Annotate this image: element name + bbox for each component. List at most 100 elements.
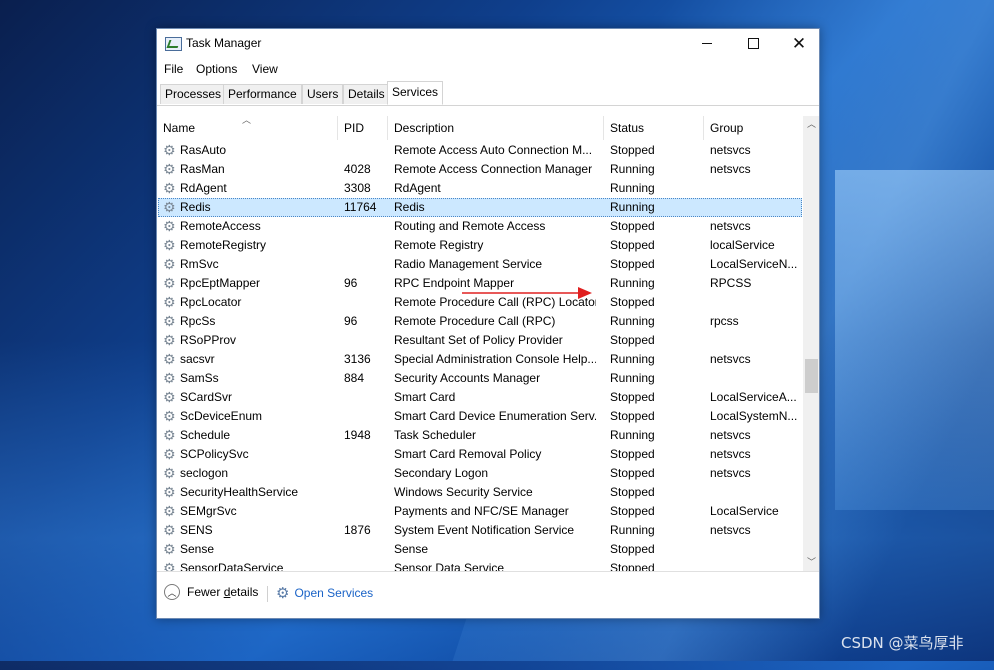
table-row[interactable]: ⚙ Schedule 1948 Task Scheduler Running netsvc… [158, 426, 802, 445]
service-description: Smart Card Device Enumeration Serv... [394, 409, 596, 423]
service-description: Redis [394, 200, 425, 214]
table-row[interactable]: ⚙ SensorDataService Sensor Data Service Sto… [158, 559, 802, 572]
maximize-button[interactable] [730, 29, 776, 58]
footer-divider [267, 586, 268, 602]
menu-view[interactable]: View [252, 62, 278, 76]
service-group: netsvcs [710, 219, 751, 233]
service-name: RpcSs [180, 314, 216, 328]
col-header-pid[interactable]: PID [338, 116, 388, 140]
tab-users[interactable]: Users [302, 84, 344, 104]
table-row[interactable]: ⚙ RpcEptMapper 96 RPC Endpoint Mapper Runnin… [158, 274, 802, 293]
services-list: ︿ Name PID Description Status Group ⚙ Ras… [157, 116, 819, 572]
col-header-name[interactable]: Name [157, 116, 337, 140]
col-header-status[interactable]: Status [604, 116, 704, 140]
menu-options[interactable]: Options [196, 62, 237, 76]
fewer-details-button[interactable]: ︿ Fewer details [164, 584, 258, 600]
list-header: ︿ Name PID Description Status Group [157, 116, 803, 140]
tab-details[interactable]: Details [343, 84, 390, 104]
service-status: Stopped [610, 504, 655, 518]
table-row[interactable]: ⚙ sacsvr 3136 Special Administration Consol… [158, 350, 802, 369]
vertical-scrollbar[interactable]: ︿ ﹀ [803, 116, 819, 571]
table-row[interactable]: ⚙ RemoteAccess Routing and Remote Access St… [158, 217, 802, 236]
service-status: Stopped [610, 333, 655, 347]
table-row[interactable]: ⚙ SCardSvr Smart Card Stopped LocalServiceA.… [158, 388, 802, 407]
table-row[interactable]: ⚙ RasMan 4028 Remote Access Connection Mana… [158, 160, 802, 179]
table-row[interactable]: ⚙ RpcSs 96 Remote Procedure Call (RPC) Runni… [158, 312, 802, 331]
table-row[interactable]: ⚙ RdAgent 3308 RdAgent Running [158, 179, 802, 198]
table-row[interactable]: ⚙ Sense Sense Stopped [158, 540, 802, 559]
service-name: sacsvr [180, 352, 215, 366]
service-description: Routing and Remote Access [394, 219, 546, 233]
service-group: LocalService [710, 504, 779, 518]
service-status: Running [610, 276, 655, 290]
scroll-down-icon[interactable]: ﹀ [803, 554, 819, 571]
table-row[interactable]: ⚙ SEMgrSvc Payments and NFC/SE Manager Stop… [158, 502, 802, 521]
service-name: RpcEptMapper [180, 276, 261, 290]
task-manager-window: Task Manager ✕ File Options View Process… [156, 28, 820, 619]
service-description: Windows Security Service [394, 485, 533, 499]
table-row[interactable]: ⚙ seclogon Secondary Logon Stopped netsvcs [158, 464, 802, 483]
service-description: Smart Card Removal Policy [394, 447, 542, 461]
service-group: RPCSS [710, 276, 752, 290]
service-group: rpcss [710, 314, 739, 328]
gear-icon: ⚙ [163, 237, 176, 253]
service-group: netsvcs [710, 143, 751, 157]
table-row[interactable]: ⚙ RmSvc Radio Management Service Stopped Loc… [158, 255, 802, 274]
service-status: Running [610, 428, 655, 442]
service-pid: 4028 [344, 162, 371, 176]
tab-services[interactable]: Services [387, 81, 444, 105]
service-status: Stopped [610, 295, 655, 309]
title-bar[interactable]: Task Manager ✕ [157, 29, 819, 58]
service-status: Stopped [610, 542, 655, 556]
service-status: Running [610, 523, 655, 537]
close-button[interactable]: ✕ [776, 29, 822, 58]
service-name: RSoPProv [180, 333, 237, 347]
service-group: LocalSystemN... [710, 409, 798, 423]
service-status: Stopped [610, 409, 655, 423]
scrollbar-thumb[interactable] [805, 359, 818, 393]
service-pid: 1948 [344, 428, 371, 442]
table-row[interactable]: ⚙ SENS 1876 System Event Notification Servi… [158, 521, 802, 540]
gear-icon: ⚙ [163, 503, 176, 519]
table-row[interactable]: ⚙ RasAuto Remote Access Auto Connection M.… [158, 141, 802, 160]
service-name: SamSs [180, 371, 219, 385]
service-pid: 884 [344, 371, 365, 385]
service-description: Task Scheduler [394, 428, 477, 442]
service-name: RmSvc [180, 257, 219, 271]
service-name: RasAuto [180, 143, 227, 157]
service-pid: 96 [344, 276, 358, 290]
scroll-up-icon[interactable]: ︿ [803, 116, 819, 133]
table-row[interactable]: ⚙ SCPolicySvc Smart Card Removal Policy Sto… [158, 445, 802, 464]
col-header-description[interactable]: Description [388, 116, 603, 140]
open-services-link[interactable]: ⚙ Open Services [276, 584, 373, 602]
gear-icon: ⚙ [163, 313, 176, 329]
service-name: SENS [180, 523, 213, 537]
service-name: SecurityHealthService [180, 485, 299, 499]
table-row[interactable]: ⚙ RpcLocator Remote Procedure Call (RPC) L… [158, 293, 802, 312]
service-description: Resultant Set of Policy Provider [394, 333, 563, 347]
tab-processes[interactable]: Processes [160, 84, 227, 104]
gear-icon: ⚙ [163, 541, 176, 557]
desktop-window-pane [835, 170, 994, 510]
service-status: Stopped [610, 390, 655, 404]
service-description: RPC Endpoint Mapper [394, 276, 515, 290]
service-name: RemoteAccess [180, 219, 261, 233]
service-name: SEMgrSvc [180, 504, 237, 518]
gear-icon: ⚙ [163, 351, 176, 367]
minimize-button[interactable] [684, 29, 730, 58]
menu-file[interactable]: File [164, 62, 183, 76]
service-name: RasMan [180, 162, 225, 176]
tab-performance[interactable]: Performance [223, 84, 302, 104]
service-status: Running [610, 371, 655, 385]
table-row[interactable]: ⚙ Redis 11764 Redis Running [158, 198, 802, 217]
table-row[interactable]: ⚙ RSoPProv Resultant Set of Policy Provide… [158, 331, 802, 350]
table-row[interactable]: ⚙ SecurityHealthService Windows Security S… [158, 483, 802, 502]
col-header-group[interactable]: Group [704, 116, 803, 140]
table-row[interactable]: ⚙ ScDeviceEnum Smart Card Device Enumerati… [158, 407, 802, 426]
table-row[interactable]: ⚙ RemoteRegistry Remote Registry Stopped loc… [158, 236, 802, 255]
service-status: Stopped [610, 561, 655, 572]
table-row[interactable]: ⚙ SamSs 884 Security Accounts Manager Runnin… [158, 369, 802, 388]
service-group: netsvcs [710, 523, 751, 537]
service-status: Stopped [610, 485, 655, 499]
service-name: Redis [180, 200, 211, 214]
